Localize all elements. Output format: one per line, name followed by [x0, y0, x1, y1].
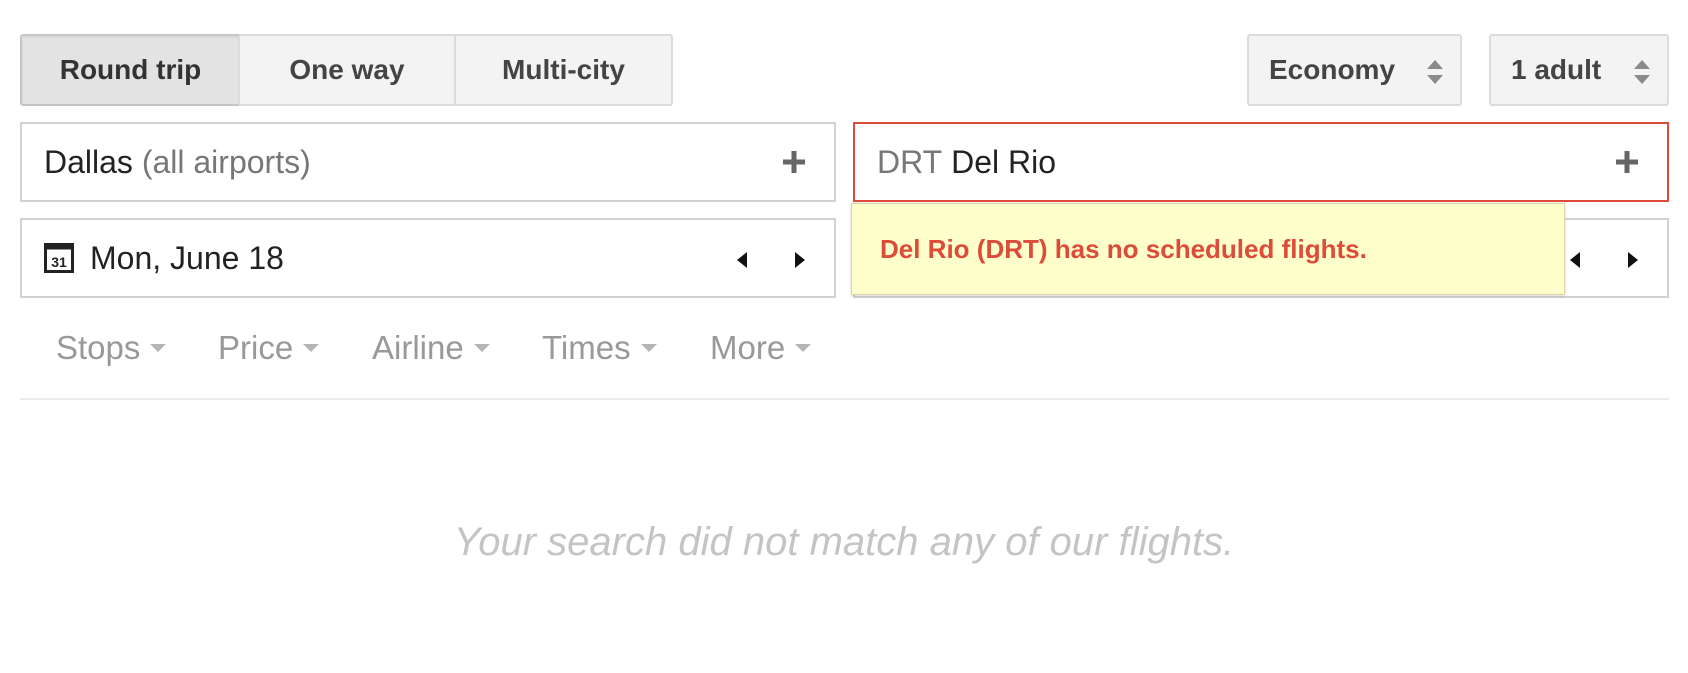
up-down-arrows-icon	[1634, 60, 1650, 84]
depart-next-day-button[interactable]	[784, 244, 816, 276]
caret-down-icon	[795, 344, 812, 352]
calendar-icon: 31	[44, 243, 74, 273]
filter-more-label: More	[710, 329, 786, 366]
filter-price-dropdown[interactable]: Price	[218, 326, 320, 370]
cabin-class-select[interactable]: Economy	[1247, 34, 1462, 106]
trip-type-one-way-button[interactable]: One way	[239, 34, 456, 106]
right-triangle-icon	[795, 252, 805, 268]
passengers-select[interactable]: 1 adult	[1489, 34, 1669, 106]
add-origin-button[interactable]	[776, 144, 812, 180]
filter-stops-dropdown[interactable]: Stops	[56, 326, 167, 370]
depart-date-text: Mon, June 18	[90, 239, 284, 276]
plus-icon	[783, 151, 805, 173]
caret-down-icon	[150, 344, 167, 352]
destination-city: Del Rio	[951, 143, 1056, 180]
results-divider	[20, 398, 1669, 400]
depart-date-input[interactable]: 31 Mon, June 18	[20, 218, 836, 298]
plus-icon	[1616, 151, 1638, 173]
left-triangle-icon	[737, 252, 747, 268]
return-next-day-button[interactable]	[1617, 244, 1649, 276]
filter-more-dropdown[interactable]: More	[710, 326, 812, 370]
destination-input[interactable]: DRT Del Rio	[853, 122, 1669, 202]
origin-city: Dallas	[44, 143, 133, 180]
passengers-label: 1 adult	[1511, 54, 1602, 85]
cabin-class-label: Economy	[1269, 54, 1396, 85]
depart-prev-day-button[interactable]	[726, 244, 758, 276]
caret-down-icon	[303, 344, 320, 352]
caret-down-icon	[640, 344, 657, 352]
caret-down-icon	[473, 344, 490, 352]
filter-times-dropdown[interactable]: Times	[542, 326, 657, 370]
no-results-message: Your search did not match any of our fli…	[453, 520, 1235, 564]
destination-code: DRT	[877, 143, 943, 180]
filter-stops-label: Stops	[56, 329, 141, 366]
origin-input[interactable]: Dallas (all airports)	[20, 122, 836, 202]
trip-type-round-trip-button[interactable]: Round trip	[20, 34, 241, 106]
filter-airline-dropdown[interactable]: Airline	[372, 326, 490, 370]
calendar-day-number: 31	[51, 254, 67, 270]
filter-times-label: Times	[542, 329, 631, 366]
filter-price-label: Price	[218, 329, 294, 366]
left-triangle-icon	[1570, 252, 1580, 268]
right-triangle-icon	[1628, 252, 1638, 268]
up-down-arrows-icon	[1427, 60, 1443, 84]
trip-type-multi-city-button[interactable]: Multi-city	[455, 34, 673, 106]
origin-detail: (all airports)	[141, 143, 311, 180]
destination-error-tooltip: Del Rio (DRT) has no scheduled flights.	[851, 203, 1565, 295]
add-destination-button[interactable]	[1609, 144, 1645, 180]
filter-airline-label: Airline	[372, 329, 464, 366]
